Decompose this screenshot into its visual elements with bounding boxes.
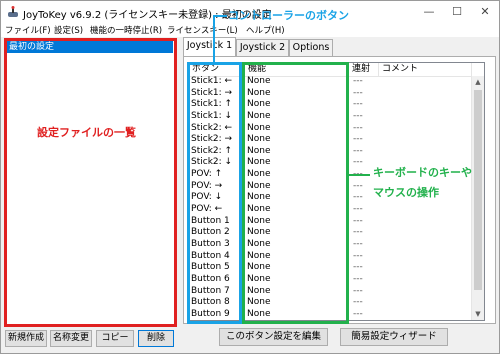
row-rapid-fire: --- — [353, 134, 363, 145]
annotation-controller-buttons-label: コントローラーのボタン — [228, 9, 349, 22]
row-rapid-fire: --- — [353, 110, 363, 121]
row-rapid-fire: --- — [353, 285, 363, 296]
annotation-controller-buttons-box — [187, 62, 242, 324]
tab-options[interactable]: Options — [289, 39, 333, 56]
scroll-thumb[interactable] — [474, 90, 482, 290]
setup-wizard-button[interactable]: 簡易設定ウィザード — [340, 328, 448, 346]
menu-pause[interactable]: 機能の一時停止(R) — [90, 24, 162, 36]
row-rapid-fire: --- — [353, 250, 363, 261]
scroll-up-icon[interactable]: ▲ — [472, 76, 484, 88]
row-rapid-fire: --- — [353, 262, 363, 273]
rename-config-button[interactable]: 名称変更 — [50, 330, 92, 347]
annotation-green-connector — [348, 174, 370, 176]
annotation-blue-connector-h — [213, 15, 227, 17]
header-rapid-fire[interactable]: 連射 — [349, 63, 379, 76]
annotation-config-list-box — [4, 38, 177, 327]
annotation-blue-connector-v — [213, 15, 215, 63]
new-config-button[interactable]: 新規作成 — [5, 330, 47, 347]
delete-config-button[interactable]: 削除 — [138, 330, 174, 347]
menu-settings[interactable]: 設定(S) — [54, 24, 83, 36]
menu-file[interactable]: ファイル(F) — [5, 24, 51, 36]
annotation-key-mouse-label-1: キーボードのキーや — [373, 166, 472, 179]
menu-help[interactable]: ヘルプ(H) — [246, 24, 285, 36]
row-rapid-fire: --- — [353, 76, 363, 86]
annotation-key-mouse-box — [242, 62, 349, 324]
joystick-app-icon — [8, 6, 18, 17]
copy-config-button[interactable]: コピー — [96, 330, 134, 347]
row-rapid-fire: --- — [353, 99, 363, 110]
row-rapid-fire: --- — [353, 273, 363, 284]
row-rapid-fire: --- — [353, 192, 363, 203]
tab-joystick-1[interactable]: Joystick 1 — [183, 37, 236, 56]
row-rapid-fire: --- — [353, 122, 363, 133]
row-rapid-fire: --- — [353, 180, 363, 191]
tab-joystick-2[interactable]: Joystick 2 — [236, 39, 289, 56]
row-rapid-fire: --- — [353, 204, 363, 215]
menu-bar: ファイル(F) 設定(S) 機能の一時停止(R) ライセンスキー(L) ヘルプ(… — [1, 23, 499, 37]
row-rapid-fire: --- — [353, 157, 363, 168]
header-comment[interactable]: コメント — [379, 63, 472, 76]
row-rapid-fire: --- — [353, 238, 363, 249]
annotation-config-list-label: 設定ファイルの一覧 — [37, 126, 136, 139]
maximize-button[interactable]: ☐ — [447, 4, 467, 20]
app-window: JoyToKey v6.9.2 (ライセンスキー未登録) : 最初の設定 — ☐… — [0, 0, 500, 354]
row-rapid-fire: --- — [353, 297, 363, 308]
close-button[interactable]: ✕ — [475, 4, 495, 20]
minimize-button[interactable]: — — [419, 4, 439, 20]
row-rapid-fire: --- — [353, 215, 363, 226]
scroll-down-icon[interactable]: ▼ — [472, 308, 484, 320]
menu-license[interactable]: ライセンスキー(L) — [167, 24, 238, 36]
row-rapid-fire: --- — [353, 145, 363, 156]
annotation-key-mouse-label-2: マウスの操作 — [373, 186, 439, 199]
row-rapid-fire: --- — [353, 308, 363, 319]
row-rapid-fire: --- — [353, 227, 363, 238]
vertical-scrollbar[interactable]: ▲ ▼ — [471, 76, 484, 320]
edit-button-config-button[interactable]: このボタン設定を編集 — [219, 328, 328, 346]
row-rapid-fire: --- — [353, 87, 363, 98]
